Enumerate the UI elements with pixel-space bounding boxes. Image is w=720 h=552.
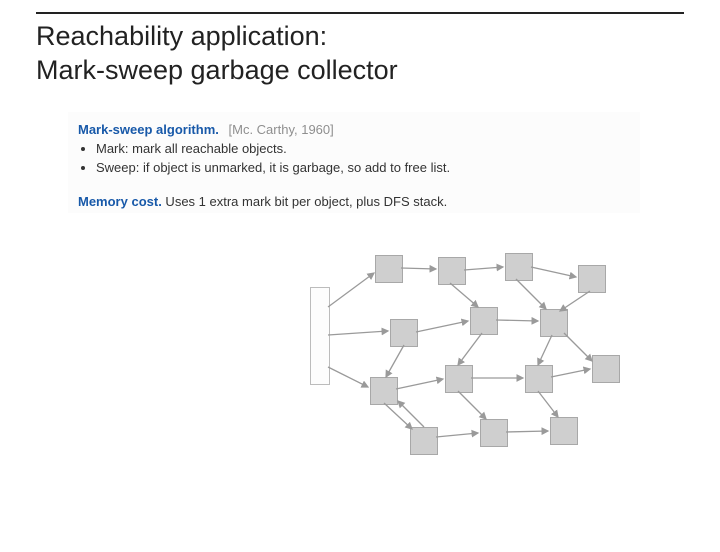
content-box: Mark-sweep algorithm. [Mc. Carthy, 1960]… bbox=[68, 112, 640, 213]
algorithm-label: Mark-sweep algorithm. bbox=[78, 122, 219, 137]
title-line-2: Mark-sweep garbage collector bbox=[36, 54, 684, 88]
graph-node bbox=[480, 419, 508, 447]
graph-node bbox=[410, 427, 438, 455]
sweep-text: if object is unmarked, it is garbage, so… bbox=[139, 160, 450, 175]
slide: { "title": { "line1": "Reachability appl… bbox=[0, 12, 720, 552]
graph-node bbox=[592, 355, 620, 383]
memory-cost-line: Memory cost. Uses 1 extra mark bit per o… bbox=[78, 194, 630, 209]
algorithm-heading: Mark-sweep algorithm. [Mc. Carthy, 1960] bbox=[78, 122, 630, 137]
algorithm-citation: [Mc. Carthy, 1960] bbox=[229, 122, 334, 137]
memory-text: Uses 1 extra mark bit per object, plus D… bbox=[162, 194, 447, 209]
mark-text: mark all reachable objects. bbox=[129, 141, 287, 156]
graph-node bbox=[390, 319, 418, 347]
sweep-prefix: Sweep: bbox=[96, 160, 139, 175]
graph-node bbox=[578, 265, 606, 293]
graph-node bbox=[540, 309, 568, 337]
root-rect bbox=[310, 287, 330, 385]
graph-node bbox=[375, 255, 403, 283]
title-block: Reachability application: Mark-sweep gar… bbox=[36, 12, 684, 88]
graph-node bbox=[550, 417, 578, 445]
title-line-1: Reachability application: bbox=[36, 20, 684, 54]
graph-node bbox=[370, 377, 398, 405]
mark-prefix: Mark: bbox=[96, 141, 129, 156]
object-graph-diagram bbox=[300, 237, 650, 477]
bullet-sweep: Sweep: if object is unmarked, it is garb… bbox=[96, 159, 630, 178]
graph-node bbox=[438, 257, 466, 285]
graph-node bbox=[470, 307, 498, 335]
bullet-mark: Mark: mark all reachable objects. bbox=[96, 140, 630, 159]
graph-node bbox=[445, 365, 473, 393]
memory-label: Memory cost. bbox=[78, 194, 162, 209]
graph-node bbox=[505, 253, 533, 281]
graph-node bbox=[525, 365, 553, 393]
algorithm-bullets: Mark: mark all reachable objects. Sweep:… bbox=[78, 140, 630, 178]
